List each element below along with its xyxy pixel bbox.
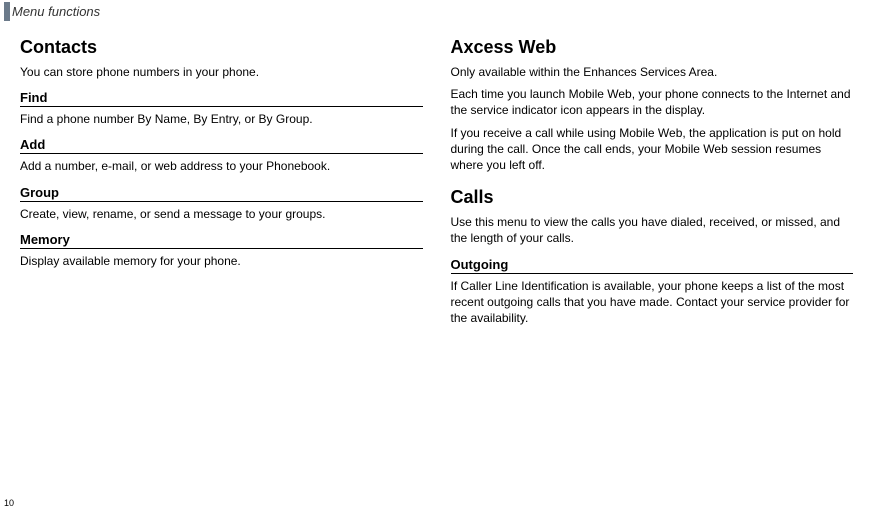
page-number: 10 (4, 498, 14, 508)
left-column: Contacts You can store phone numbers in … (20, 31, 423, 332)
add-heading: Add (20, 137, 423, 154)
calls-intro: Use this menu to view the calls you have… (451, 214, 854, 246)
outgoing-heading: Outgoing (451, 257, 854, 274)
contacts-intro: You can store phone numbers in your phon… (20, 64, 423, 80)
calls-title: Calls (451, 187, 854, 208)
find-text: Find a phone number By Name, By Entry, o… (20, 111, 423, 127)
add-text: Add a number, e-mail, or web address to … (20, 158, 423, 174)
running-header-text: Menu functions (12, 4, 100, 19)
page-columns: Contacts You can store phone numbers in … (0, 21, 873, 332)
group-text: Create, view, rename, or send a message … (20, 206, 423, 222)
axcess-p1: Only available within the Enhances Servi… (451, 64, 854, 80)
group-heading: Group (20, 185, 423, 202)
memory-text: Display available memory for your phone. (20, 253, 423, 269)
right-column: Axcess Web Only available within the Enh… (451, 31, 854, 332)
axcess-p3: If you receive a call while using Mobile… (451, 125, 854, 174)
header-accent-bar (4, 2, 10, 21)
memory-heading: Memory (20, 232, 423, 249)
page-running-header: Menu functions (4, 2, 873, 21)
find-heading: Find (20, 90, 423, 107)
contacts-title: Contacts (20, 37, 423, 58)
axcess-p2: Each time you launch Mobile Web, your ph… (451, 86, 854, 118)
outgoing-text: If Caller Line Identification is availab… (451, 278, 854, 327)
axcess-title: Axcess Web (451, 37, 854, 58)
